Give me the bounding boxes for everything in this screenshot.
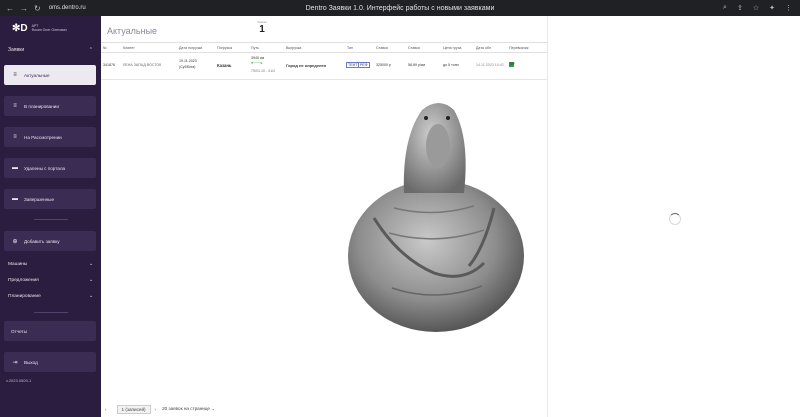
detail-panel	[547, 16, 800, 417]
table-header: № Клиент Дата погрузки Погрузка Путь Выг…	[101, 42, 547, 53]
divider	[34, 312, 68, 313]
fold-planning[interactable]: Планирование ⌄	[0, 294, 101, 299]
sidebar: ✻D АРТ Фокин Олег Олегович Заявки ⌃ ≡ Ак…	[0, 16, 101, 417]
add-request-label: Добавить заявку	[24, 238, 60, 244]
folder-icon: ▬	[12, 196, 18, 202]
row-route-km: 3940 км	[251, 56, 265, 60]
column-header[interactable]: Выгрузка	[286, 46, 301, 50]
chevron-down-icon: ⌄	[88, 294, 93, 299]
column-header[interactable]: Путь	[251, 46, 259, 50]
chevron-down-icon: ⌄	[88, 262, 93, 267]
divider	[34, 219, 68, 220]
version-label: v.2023.0509-1	[6, 378, 32, 383]
page-title: Актуальные	[107, 26, 158, 36]
sidebar-item-label: Удалены с портала	[24, 165, 66, 171]
list-icon: ≡	[13, 72, 17, 78]
column-header[interactable]: Ставка	[408, 46, 420, 50]
column-header[interactable]: №	[103, 46, 107, 50]
page-next-icon[interactable]: ›	[155, 407, 157, 412]
row-day: (Суббота)	[179, 65, 196, 69]
column-header[interactable]: Тип	[347, 46, 353, 50]
user-info: АРТ Фокин Олег Олегович	[32, 24, 67, 33]
column-header[interactable]: Ставка	[376, 46, 388, 50]
sidebar-item-review[interactable]: ≡ На Рассмотрении	[4, 127, 96, 147]
route-line-icon: ●───▸	[251, 61, 263, 65]
bookmark-icon[interactable]: ☆	[753, 4, 759, 12]
section-header-requests[interactable]: Заявки ⌃	[0, 43, 101, 57]
menu-icon[interactable]: ⋮	[785, 4, 792, 12]
share-icon[interactable]: ⇪	[737, 4, 743, 12]
per-page-select[interactable]: 20 заявок на странице ⌄	[162, 406, 215, 412]
sidebar-item-label: Завершенные	[24, 196, 54, 202]
creature-image	[348, 103, 524, 332]
loading-spinner-icon	[669, 213, 681, 225]
tag-badge: РЕФ	[358, 62, 370, 68]
sidebar-item-label: В планировании	[24, 103, 59, 109]
row-route-note: 75/01.10 - 41/2	[251, 69, 276, 73]
column-header[interactable]: Погрузка	[217, 46, 232, 50]
logout-button[interactable]: ⇥ Выход	[4, 352, 96, 372]
logo[interactable]: ✻D	[12, 23, 28, 34]
add-request-button[interactable]: ⊕ Добавить заявку	[4, 231, 96, 251]
fold-label: Планирование	[8, 294, 41, 299]
list-icon: ≡	[13, 134, 17, 140]
zoom-icon[interactable]: ⌕	[723, 4, 727, 12]
extension-icon[interactable]: ✦	[769, 4, 775, 12]
window-title: Dentro Заявки 1.0. Интерфейс работы с но…	[305, 4, 495, 12]
fold-machines[interactable]: Машины ⌄	[0, 262, 101, 267]
column-header[interactable]: Дата обн	[476, 46, 491, 50]
page-selector[interactable]: 1 (записей)	[116, 404, 151, 414]
reports-button[interactable]: Отчеты	[4, 321, 96, 341]
carrier-label: TIP	[509, 62, 515, 66]
logout-label: Выход	[24, 359, 38, 365]
column-header[interactable]: Клиент	[123, 46, 135, 50]
fold-label: Машины	[8, 262, 28, 267]
address-bar[interactable]: oms.dentro.ru	[49, 5, 86, 11]
sidebar-item-label: Актуальные	[24, 72, 50, 78]
column-header[interactable]: Цена груза	[443, 46, 461, 50]
row-rate-km: 58.89 р/км	[408, 63, 426, 67]
list-icon: ≡	[13, 103, 17, 109]
fold-label: Предложения	[8, 278, 39, 283]
row-rate: 325000 р	[376, 63, 391, 67]
plus-icon: ⊕	[12, 238, 18, 245]
folder-icon: ▬	[12, 165, 18, 171]
logout-icon: ⇥	[12, 359, 18, 366]
page-prev-icon[interactable]: ‹	[105, 407, 107, 412]
table-row[interactable]: 341876 ЛЕНА ЗАПАД ВОСТОК 19.11.2023 (Суб…	[101, 54, 547, 80]
chevron-up-icon: ⌃	[88, 47, 93, 53]
forward-icon[interactable]: →	[20, 4, 28, 13]
row-id[interactable]: 341876	[103, 63, 115, 67]
row-load-city: Казань	[217, 63, 232, 68]
back-icon[interactable]: ←	[6, 4, 14, 13]
row-unload-city: Город не определен	[286, 63, 327, 68]
sidebar-item-completed[interactable]: ▬ Завершенные	[4, 189, 96, 209]
chevron-down-icon: ⌄	[88, 278, 93, 283]
sidebar-item-actual[interactable]: ≡ Актуальные	[4, 65, 96, 85]
main-panel: Актуальные Заявки 1 № Клиент Дата погруз…	[101, 16, 547, 417]
chevron-down-icon: ⌄	[211, 406, 216, 411]
reports-label: Отчеты	[11, 328, 27, 334]
column-header[interactable]: Дата погрузки	[179, 46, 202, 50]
brand: ✻D АРТ Фокин Олег Олегович	[0, 16, 101, 40]
fold-offers[interactable]: Предложения ⌄	[0, 278, 101, 283]
row-updated: 14.11.2023 10:42	[476, 63, 504, 67]
reload-icon[interactable]: ↻	[34, 4, 41, 13]
request-counter: Заявки 1	[255, 20, 269, 35]
counter-value: 1	[259, 24, 265, 35]
row-client: ЛЕНА ЗАПАД ВОСТОК	[123, 63, 162, 67]
sidebar-item-label: На Рассмотрении	[24, 134, 62, 140]
browser-toolbar: ← → ↻ oms.dentro.ru Dentro Заявки 1.0. И…	[0, 0, 800, 16]
sidebar-item-planning[interactable]: ≡ В планировании	[4, 96, 96, 116]
sidebar-item-removed[interactable]: ▬ Удалены с портала	[4, 158, 96, 178]
row-cargo: до 5 тонн	[443, 63, 459, 67]
row-date: 19.11.2023	[179, 59, 197, 63]
column-header[interactable]: Перевозчик	[509, 46, 528, 50]
pagination: ‹ 1 (записей) › 20 заявок на странице ⌄	[101, 402, 547, 416]
section-label: Заявки	[8, 47, 25, 53]
per-page-label: 20 заявок на странице	[162, 406, 210, 411]
user-name: Фокин Олег Олегович	[31, 28, 68, 32]
